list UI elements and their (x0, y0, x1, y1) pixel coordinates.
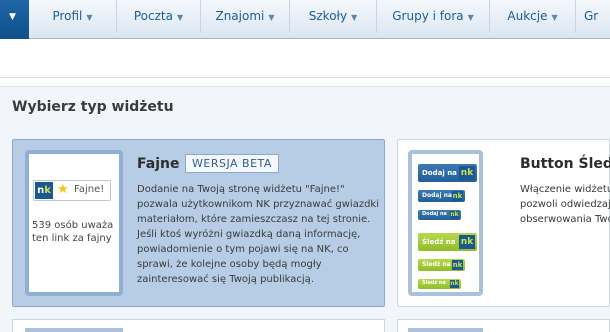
button-label: Dodaj na (422, 192, 452, 199)
dodaj-button-medium: Dodaj na nk (418, 190, 465, 202)
widget-description: Dodanie na Twoją stronę widżetu "Fajne!"… (137, 184, 379, 285)
nav-item-label: Aukcje (507, 9, 548, 23)
nav-item-gry[interactable]: Gr (576, 0, 610, 33)
widget-preview (25, 328, 123, 332)
button-label: Śledź na (422, 261, 451, 268)
description-line: obserwowania Twoj (520, 214, 610, 225)
nk-logo-icon: nk (459, 235, 475, 249)
beta-badge: WERSJA BETA (185, 154, 279, 173)
button-label: Śledź na (422, 280, 446, 286)
nk-logo-icon: nk (459, 166, 475, 180)
nav-item-szkoly[interactable]: Szkoły ▼ (290, 0, 377, 33)
button-label: Dodaj na (422, 169, 457, 177)
likes-count-text: 539 osób uważa ten link za fajny (32, 220, 114, 244)
chevron-down-icon: ▼ (176, 13, 184, 22)
sub-header (0, 40, 610, 76)
panel-title: Wybierz typ widżetu (12, 99, 174, 115)
nav-item-label: Grupy i fora (392, 9, 464, 23)
dodaj-button-large: Dodaj na nk (418, 164, 477, 182)
widget-title: Fajne (137, 156, 180, 172)
nav-item-aukcje[interactable]: Aukcje ▼ (490, 0, 576, 33)
sledz-button-medium: Śledź na nk (418, 259, 465, 271)
chevron-down-icon: ▼ (86, 13, 93, 22)
divider (0, 77, 610, 78)
widget-preview-buttons: Dodaj na nk Dodaj na nk Dodaj na nk Śled… (408, 150, 483, 296)
nk-logo-icon: nk (35, 182, 53, 199)
dodaj-button-small: Dodaj na nk (418, 210, 461, 220)
button-label: Dodaj na (422, 211, 447, 217)
nk-logo-icon: nk (452, 260, 463, 270)
widget-preview-fajne: nk ★ Fajne! 539 osób uważa ten link za f… (25, 150, 123, 296)
widget-card-button-sledz[interactable]: Dodaj na nk Dodaj na nk Dodaj na nk Śled… (397, 139, 610, 307)
fajne-label: Fajne! (74, 184, 105, 195)
nav-item-profil[interactable]: Profil ▼ (29, 0, 117, 33)
nav-item-grupy[interactable]: Grupy i fora ▼ (377, 0, 490, 33)
nav-item-label: Znajomi (215, 9, 265, 23)
chevron-down-icon: ▼ (351, 13, 358, 22)
fajne-button-preview: nk ★ Fajne! (33, 180, 111, 201)
nav-item-poczta[interactable]: Poczta ▼ (117, 0, 201, 33)
widget-card-partial[interactable] (12, 319, 385, 332)
widget-preview (408, 328, 483, 332)
nav-menu-toggle[interactable]: ▼ (0, 0, 29, 39)
widget-description: Włączenie widżetu pozwoli odwiedzają obs… (520, 182, 610, 227)
widget-card-partial[interactable] (397, 319, 610, 332)
sledz-button-small: Śledź na nk (418, 279, 461, 289)
nav-item-label: Profil (52, 9, 83, 23)
chevron-down-icon: ▼ (467, 13, 474, 22)
chevron-down-icon: ▼ (9, 12, 16, 22)
description-line: Włączenie widżetu (520, 184, 610, 195)
chevron-down-icon: ▼ (551, 13, 558, 22)
top-navigation: ▼ Profil ▼ Poczta ▼ Znajomi ▼ Szkoły ▼ Grupy… (0, 0, 610, 39)
star-icon: ★ (57, 182, 69, 197)
widget-type-panel: Wybierz typ widżetu nk ★ Fajne! 539 osób… (0, 86, 610, 332)
nav-item-label: Szkoły (308, 9, 348, 23)
widget-title: Button Śledź (520, 156, 610, 172)
button-label: Śledź na (422, 238, 456, 246)
nav-item-znajomi[interactable]: Znajomi ▼ (201, 0, 290, 33)
sledz-button-large: Śledź na nk (418, 233, 477, 251)
nk-logo-icon: nk (450, 211, 459, 219)
widget-card-fajne[interactable]: nk ★ Fajne! 539 osób uważa ten link za f… (12, 139, 385, 307)
nav-item-label: Gr (584, 9, 599, 23)
chevron-down-icon: ▼ (268, 13, 275, 22)
description-line: pozwoli odwiedzają (520, 199, 610, 210)
nk-logo-icon: nk (452, 191, 463, 201)
nav-item-label: Poczta (133, 9, 173, 23)
nk-logo-icon: nk (450, 280, 459, 288)
